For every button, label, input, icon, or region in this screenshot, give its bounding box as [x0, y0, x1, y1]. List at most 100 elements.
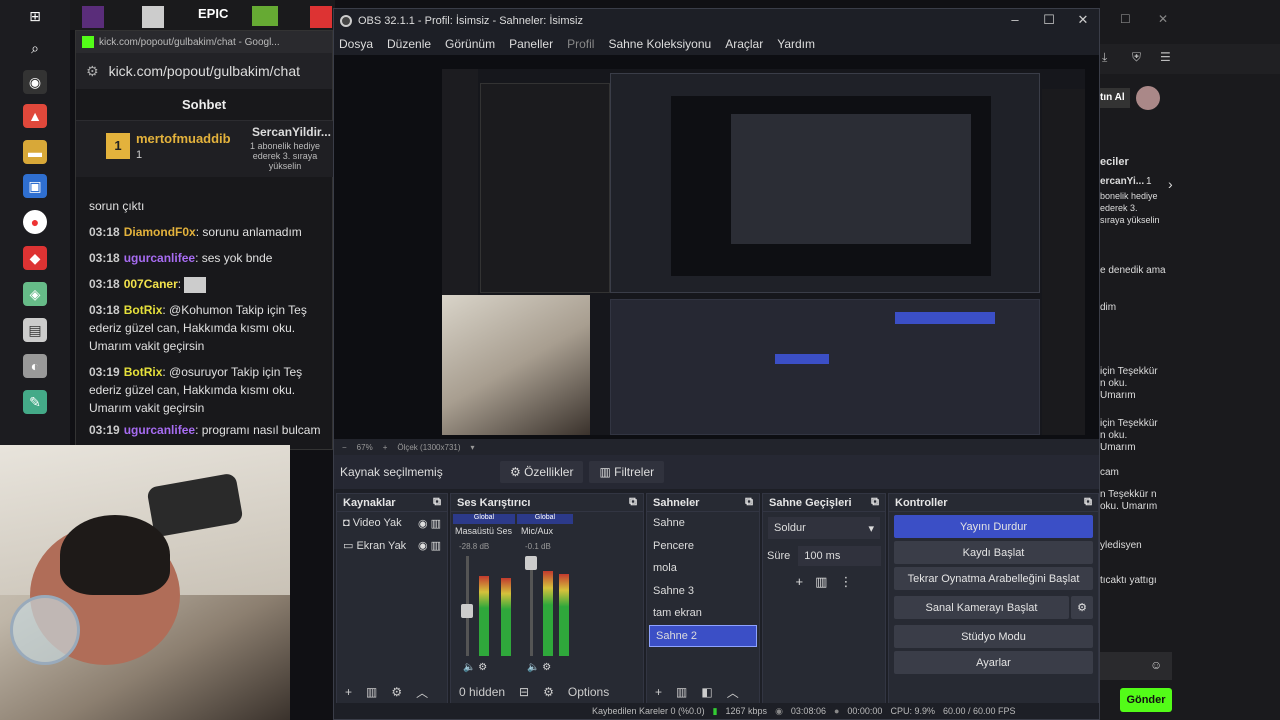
chrome-icon[interactable]: ● — [23, 210, 47, 234]
virtual-cam-settings-icon[interactable]: ⚙ — [1071, 596, 1093, 619]
hidden-count[interactable]: 0 hidden — [459, 685, 505, 699]
chevron-down-icon[interactable]: ▾ — [471, 443, 475, 452]
undock-icon[interactable]: ⧉ — [629, 496, 637, 509]
start-virtual-cam-button[interactable]: Sanal Kamerayı Başlat — [894, 596, 1069, 619]
restore-icon[interactable]: ☐ — [1120, 12, 1131, 26]
windows-start-icon[interactable]: ⊞ — [23, 4, 47, 28]
add-icon[interactable]: + — [796, 574, 804, 590]
search-icon[interactable]: ⌕ — [23, 36, 47, 60]
remove-icon[interactable]: ▥ — [815, 574, 827, 590]
ch2-name[interactable]: Mic/Aux — [521, 526, 553, 536]
ch2-fader[interactable] — [525, 556, 537, 570]
properties-button[interactable]: ⚙ Özellikler — [500, 461, 584, 483]
shield-icon[interactable]: ⛨ — [1132, 50, 1141, 65]
desktop-app-icon[interactable] — [82, 6, 104, 28]
address-bar[interactable]: ⚙ kick.com/popout/gulbakim/chat — [76, 53, 332, 89]
menu-dosya[interactable]: Dosya — [339, 37, 373, 51]
source-item[interactable]: ◘ Video Yak ◉ ▥ — [337, 512, 447, 535]
undock-icon[interactable]: ⧉ — [871, 496, 879, 509]
minimize-icon[interactable]: – — [1000, 12, 1030, 30]
mixer-title: Ses Karıştırıcı — [457, 496, 531, 509]
ch1-name[interactable]: Masaüstü Ses — [455, 526, 512, 536]
scene-item-selected[interactable]: Sahne 2 — [649, 624, 757, 647]
preview-area[interactable] — [334, 55, 1099, 439]
menu-duzenle[interactable]: Düzenle — [387, 37, 431, 51]
studio-mode-button[interactable]: Stüdyo Modu — [894, 625, 1093, 648]
close-icon[interactable]: ✕ — [1068, 12, 1098, 30]
site-info-icon[interactable]: ⚙ — [86, 63, 99, 80]
desktop-app-icon[interactable] — [252, 6, 278, 26]
duration-input[interactable]: 100 ms — [798, 546, 881, 566]
dropped-frames: Kaybedilen Kareler 0 (%0.0) — [592, 706, 705, 716]
app-icon[interactable]: ▣ — [23, 174, 47, 198]
undock-icon[interactable]: ⧉ — [433, 496, 441, 509]
mixer-layout-icon[interactable]: ⊟ — [519, 685, 529, 699]
obs-icon[interactable]: ◉ — [23, 70, 47, 94]
eye-icon[interactable]: ◉ ▥ — [418, 539, 441, 552]
ch1-fader[interactable] — [461, 604, 473, 618]
source-item[interactable]: ▭ Ekran Yak ◉ ▥ — [337, 535, 447, 558]
undock-icon[interactable]: ⧉ — [745, 496, 753, 509]
start-recording-button[interactable]: Kaydı Başlat — [894, 541, 1093, 564]
scene-item[interactable]: mola — [647, 557, 759, 580]
url-text[interactable]: kick.com/popout/gulbakim/chat — [109, 63, 300, 79]
app-grey-icon[interactable]: ▤ — [23, 318, 47, 342]
scene-item[interactable]: Sahne 3 — [647, 580, 759, 603]
menu-araclar[interactable]: Araçlar — [725, 37, 763, 51]
add-icon[interactable]: + — [345, 685, 352, 699]
zoom-out-icon[interactable]: − — [342, 443, 347, 452]
brave-icon[interactable]: ▲ — [23, 104, 47, 128]
file-explorer-icon[interactable]: ▬ — [23, 140, 47, 164]
remove-icon[interactable]: ▥ — [676, 685, 687, 699]
filter-icon[interactable]: ◧ — [701, 685, 712, 699]
settings-icon[interactable]: ⚙ — [391, 685, 402, 699]
eye-icon[interactable]: ◉ ▥ — [418, 517, 441, 530]
scene-item[interactable]: tam ekran — [647, 602, 759, 625]
menu-gorunum[interactable]: Görünüm — [445, 37, 495, 51]
maximize-icon[interactable]: ☐ — [1034, 12, 1064, 30]
chat-input[interactable]: ☺ — [1100, 652, 1172, 680]
pinned-user-2[interactable]: SercanYildir... — [252, 125, 332, 139]
menu-icon[interactable]: ☰ — [1160, 50, 1171, 64]
pinned-user-1[interactable]: mertofmuaddib — [136, 131, 231, 146]
download-icon[interactable]: ⤓ — [1102, 50, 1107, 65]
menu-sahne-koleksiyonu[interactable]: Sahne Koleksiyonu — [608, 37, 711, 51]
desktop-app-icon[interactable] — [142, 6, 164, 28]
remove-icon[interactable]: ▥ — [366, 685, 377, 699]
ch1-mute-icon[interactable]: 🔈 ⚙ — [463, 662, 487, 673]
settings-button[interactable]: Ayarlar — [894, 651, 1093, 674]
desktop-app-icon[interactable] — [310, 6, 332, 28]
menu-paneller[interactable]: Paneller — [509, 37, 553, 51]
app-doc-icon[interactable]: ✎ — [23, 390, 47, 414]
avatar[interactable] — [1136, 86, 1160, 110]
transition-select[interactable]: Soldur ▾ — [768, 517, 880, 539]
buy-button[interactable]: tın Al — [1100, 88, 1130, 108]
add-icon[interactable]: + — [655, 685, 662, 699]
zoom-in-icon[interactable]: + — [383, 443, 388, 452]
mixer-link-icon[interactable]: ⚙ — [543, 685, 554, 699]
up-icon[interactable]: ︿ — [727, 684, 739, 701]
canvas-scale[interactable]: Ölçek (1300x731) — [397, 443, 460, 452]
scene-item[interactable]: Sahne — [647, 512, 759, 535]
app-red-icon[interactable]: ◆ — [23, 246, 47, 270]
app-green-icon[interactable]: ◈ — [23, 282, 47, 306]
emoji-icon[interactable]: ☺ — [1150, 658, 1162, 672]
mixer-options[interactable]: Options — [568, 685, 609, 699]
more-icon[interactable]: ⋮ — [839, 574, 852, 590]
undock-icon[interactable]: ⧉ — [1084, 496, 1092, 509]
send-button[interactable]: Gönder — [1120, 688, 1172, 712]
ch2-mute-icon[interactable]: 🔈 ⚙ — [527, 662, 551, 673]
start-replay-buffer-button[interactable]: Tekrar Oynatma Arabelleğini Başlat — [894, 567, 1093, 590]
filters-button[interactable]: ▥ Filtreler — [589, 461, 665, 483]
chevron-right-icon[interactable]: › — [1168, 177, 1173, 191]
scene-item[interactable]: Pencere — [647, 535, 759, 558]
app-misc-icon[interactable]: ◐ — [23, 354, 47, 378]
chevron-down-icon: ▾ — [868, 522, 874, 535]
close-icon[interactable]: ✕ — [1158, 12, 1168, 26]
up-icon[interactable]: ︿ — [416, 684, 428, 701]
supporter-name[interactable]: ercanYi... — [1100, 176, 1144, 188]
epic-games-icon[interactable]: EPIC — [198, 6, 228, 21]
menu-yardim[interactable]: Yardım — [777, 37, 815, 51]
stop-stream-button[interactable]: Yayını Durdur — [894, 515, 1093, 538]
menu-profil[interactable]: Profil — [567, 37, 594, 51]
